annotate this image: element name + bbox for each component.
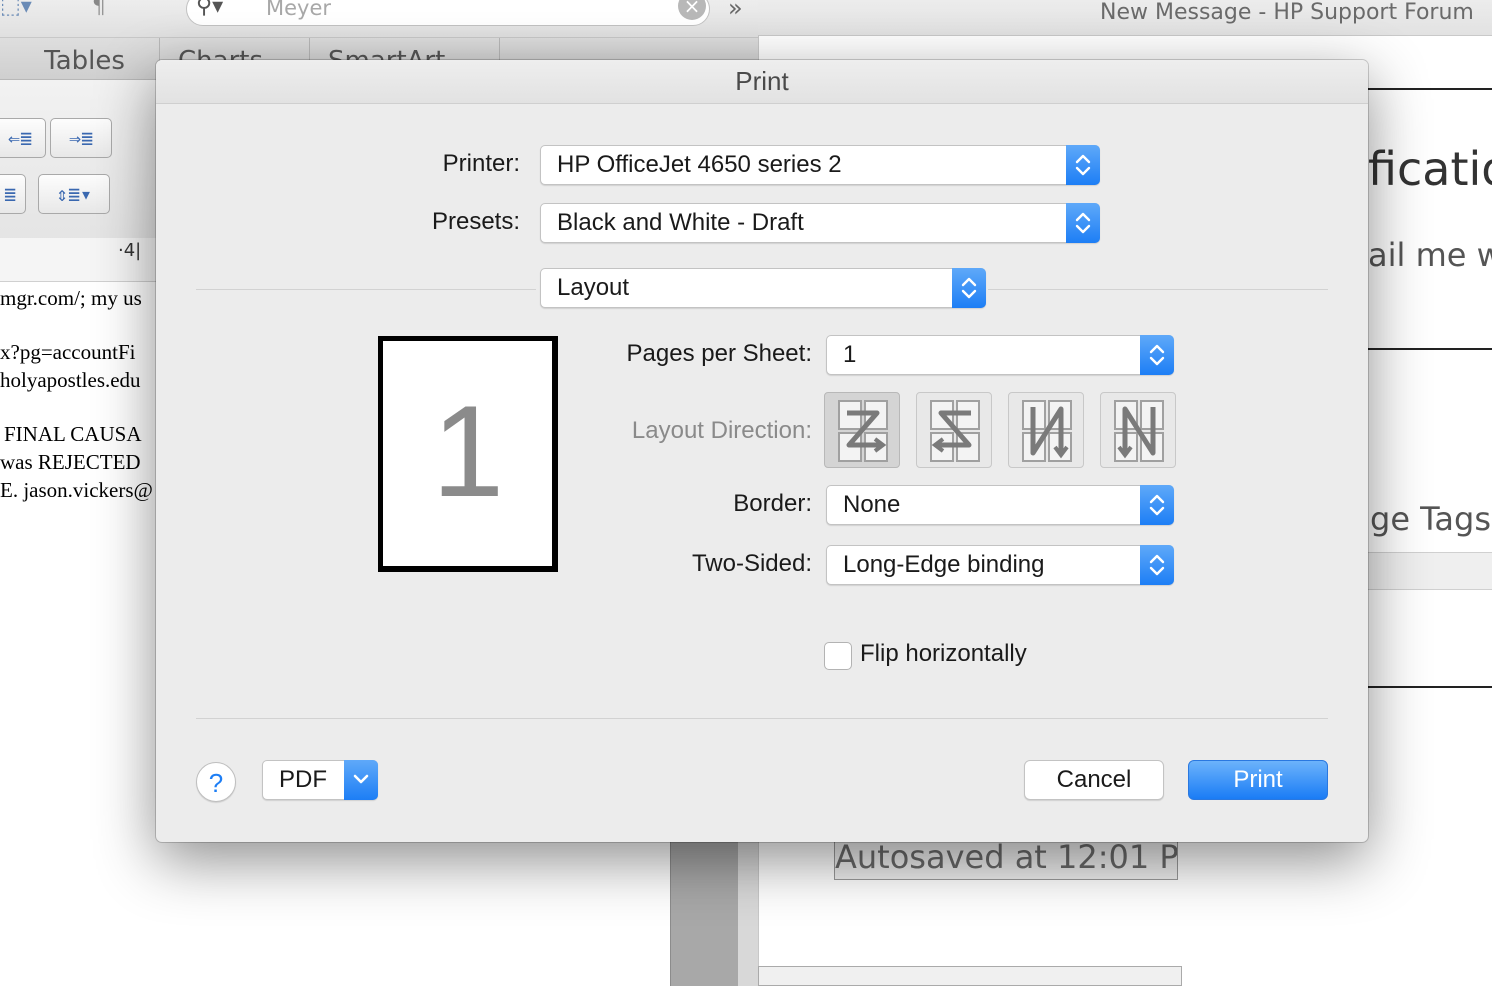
presets-popup[interactable]: Black and White - Draft	[540, 203, 1100, 243]
flip-horizontally-label[interactable]: Flip horizontally	[860, 640, 1027, 668]
autosave-status: Autosaved at 12:01 PM	[834, 836, 1178, 880]
print-button[interactable]: Print	[1188, 760, 1328, 800]
section-divider	[196, 289, 536, 290]
bottom-divider	[196, 718, 1328, 719]
forum-email-text: ail me w	[1368, 236, 1492, 274]
direction-n-icon	[1114, 400, 1164, 462]
popup-arrows-icon	[952, 268, 986, 308]
toolbar-overflow-icon[interactable]: »	[728, 0, 743, 22]
popup-arrows-icon	[1066, 145, 1100, 185]
pdf-label: PDF	[279, 766, 327, 793]
printer-value: HP OfficeJet 4650 series 2	[557, 151, 842, 178]
forum-divider	[1368, 348, 1492, 350]
ruler-mark: ·4|	[118, 240, 142, 261]
cancel-button[interactable]: Cancel	[1024, 760, 1164, 800]
forum-tags-label: ge Tags	[1370, 500, 1492, 538]
layout-direction-n-button[interactable]	[1100, 392, 1176, 468]
word-search-input[interactable]: Meyer	[266, 0, 331, 20]
forum-window-title: New Message - HP Support Forum	[1100, 0, 1474, 25]
pdf-menu-button[interactable]: PDF	[262, 760, 378, 800]
presets-value: Black and White - Draft	[557, 209, 804, 236]
two-sided-value: Long-Edge binding	[843, 551, 1045, 578]
word-search-field[interactable]	[186, 0, 710, 26]
justify-button[interactable]: ≣	[0, 174, 26, 214]
two-sided-label: Two-Sided:	[691, 550, 812, 577]
pilcrow-icon[interactable]: ¶	[92, 0, 106, 19]
flip-horizontally-checkbox[interactable]	[824, 642, 852, 670]
ribbon-tab-tables[interactable]: Tables	[10, 38, 160, 80]
border-popup[interactable]: None	[826, 485, 1174, 525]
layout-direction-label: Layout Direction:	[631, 417, 812, 444]
popup-arrows-icon	[1140, 545, 1174, 585]
print-dialog: Print Printer: HP OfficeJet 4650 series …	[156, 60, 1368, 842]
border-label: Border:	[733, 490, 812, 517]
doc-line: holyapostles.edu	[0, 368, 141, 392]
doc-line: FINAL CAUSA	[4, 422, 142, 446]
doc-line: was REJECTED	[0, 450, 141, 474]
direction-reverse-n-icon	[1022, 400, 1072, 462]
section-divider	[988, 289, 1328, 290]
layout-direction-z-button[interactable]	[824, 392, 900, 468]
page-preview: 1	[378, 336, 558, 572]
decrease-indent-button[interactable]: ⇐≣	[0, 118, 46, 158]
doc-line: mgr.com/; my us	[0, 286, 142, 310]
section-popup[interactable]: Layout	[540, 268, 986, 308]
printer-popup[interactable]: HP OfficeJet 4650 series 2	[540, 145, 1100, 185]
layout-direction-n-reverse-button[interactable]	[1008, 392, 1084, 468]
popup-arrows-icon	[1140, 335, 1174, 375]
doc-line: E. jason.vickers@	[0, 478, 153, 502]
word-toolbar-icon[interactable]: ⬚▾	[0, 0, 32, 19]
pages-per-sheet-label: Pages per Sheet:	[626, 340, 812, 367]
doc-line: x?pg=accountFi	[0, 340, 136, 364]
forum-heading: fication	[1368, 142, 1492, 196]
forum-bottom-toolbar	[758, 966, 1182, 986]
forum-tags-input[interactable]	[1368, 552, 1492, 590]
two-sided-popup[interactable]: Long-Edge binding	[826, 545, 1174, 585]
direction-z-icon	[838, 400, 888, 462]
forum-divider	[1368, 88, 1492, 90]
search-icon[interactable]: ⚲▾	[196, 0, 223, 19]
pages-per-sheet-value: 1	[843, 341, 857, 368]
presets-label: Presets:	[431, 208, 520, 235]
pages-per-sheet-popup[interactable]: 1	[826, 335, 1174, 375]
word-scrollbar-track[interactable]	[738, 830, 758, 986]
direction-reverse-z-icon	[930, 400, 980, 462]
border-value: None	[843, 491, 901, 518]
popup-arrows-icon	[1066, 203, 1100, 243]
preview-page-number: 1	[431, 378, 505, 524]
popup-arrows-icon	[1140, 485, 1174, 525]
layout-direction-s-button[interactable]	[916, 392, 992, 468]
line-spacing-button[interactable]: ⇕≣▾	[38, 174, 110, 214]
help-button[interactable]: ?	[196, 762, 236, 802]
printer-label: Printer:	[442, 150, 520, 177]
increase-indent-button[interactable]: ⇒≣	[50, 118, 112, 158]
chevron-down-icon	[344, 760, 378, 800]
forum-divider	[1368, 686, 1492, 688]
section-value: Layout	[557, 274, 630, 301]
dialog-title: Print	[735, 66, 789, 96]
